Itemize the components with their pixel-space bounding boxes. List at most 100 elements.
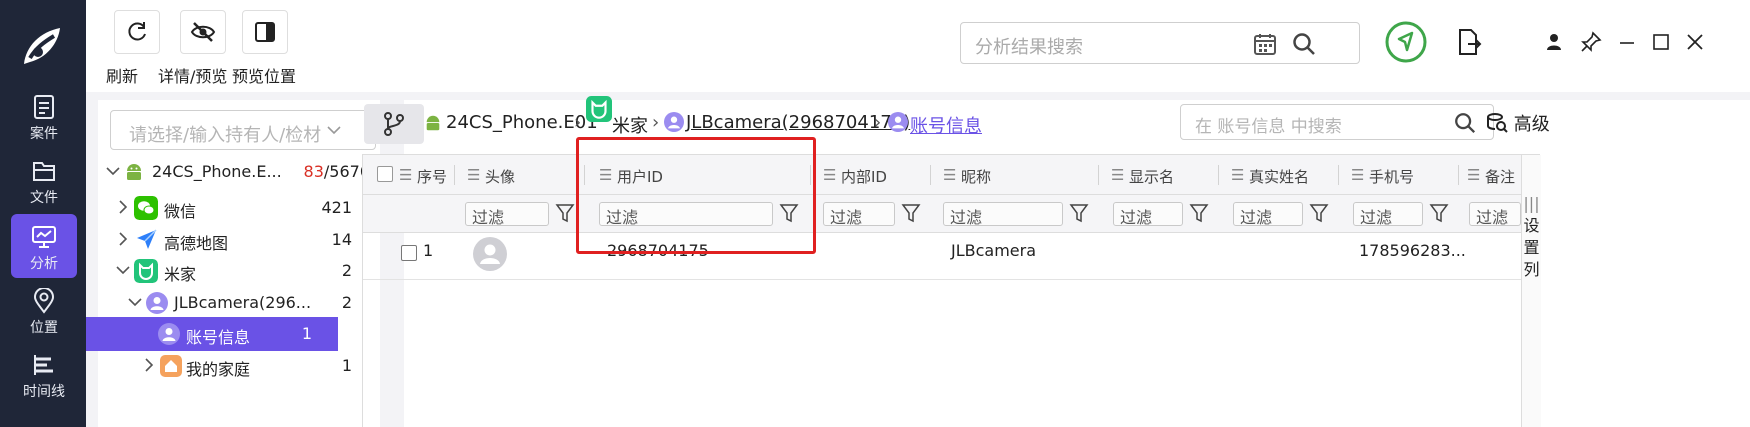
column-header-remark[interactable]: ☰ 备注 (1459, 155, 1521, 195)
tree-item-label: JLBcamera(296... (174, 293, 312, 312)
shield-status-icon[interactable] (1384, 20, 1428, 64)
refresh-label: 刷新 (106, 67, 139, 86)
tree-item-account-info[interactable]: 账号信息 1 (86, 317, 338, 351)
filter-placeholder: 过滤 (1476, 208, 1509, 227)
rail-label: 文件 (30, 190, 58, 206)
chevron-down-icon[interactable] (106, 164, 120, 178)
rail-item-timeline[interactable]: 时间线 (11, 342, 77, 406)
tree-item-count: 2 (341, 261, 352, 280)
analysis-search-input[interactable]: 分析结果搜索 (960, 22, 1360, 64)
filter-icon[interactable] (1189, 202, 1209, 224)
filter-icon[interactable] (555, 202, 575, 224)
chevron-down-icon[interactable] (128, 295, 142, 309)
tree-item-wechat[interactable]: 微信 421 (98, 191, 380, 225)
search-placeholder: 分析结果搜索 (975, 37, 1083, 58)
panel-right-icon (255, 22, 275, 42)
tree-item-count: 421 (321, 198, 352, 217)
drag-handle-icon: ☰ (399, 166, 413, 184)
holder-select-input[interactable]: 请选择/输入持有人/检材 (110, 110, 376, 150)
top-toolbar: 刷新 详情/预览 预览位置 分析结果搜索 (86, 0, 1750, 92)
chevron-right-icon[interactable] (142, 358, 156, 372)
filter-icon[interactable] (901, 202, 921, 224)
column-header-label: 头像 (485, 168, 516, 186)
chevron-right-icon[interactable] (116, 232, 130, 246)
select-all-checkbox[interactable] (377, 166, 393, 182)
tree-item-label: 高德地图 (164, 234, 229, 253)
close-icon[interactable] (1686, 33, 1704, 51)
left-rail: 案件 文件 分析 位置 时间线 (0, 0, 86, 427)
column-header-label: 真实姓名 (1249, 168, 1310, 186)
refresh-button[interactable] (114, 10, 160, 54)
breadcrumb-section[interactable]: 账号信息 (910, 112, 982, 138)
branch-view-button[interactable] (364, 104, 424, 144)
evidence-tree-panel: 请选择/输入持有人/检材 24CS_Phone.E... 83/5670 微信 … (86, 100, 380, 427)
tree-item-label: 账号信息 (186, 328, 251, 347)
details-preview-button[interactable] (180, 10, 226, 54)
column-header-phone[interactable]: ☰ 手机号 (1339, 155, 1459, 195)
advanced-search-button[interactable]: 高级 (1486, 110, 1550, 136)
preview-position-label: 预览位置 (232, 67, 297, 86)
data-grid: ☰ 序号 ☰ 头像 ☰ 用户ID ☰ 内部ID ☰ 昵称 ☰ 显示名 ☰ 真实姓… (362, 154, 1541, 427)
column-header-display-name[interactable]: ☰ 显示名 (1099, 155, 1219, 195)
tree-item-account[interactable]: JLBcamera(296... 2 (98, 286, 380, 320)
rail-item-analysis[interactable]: 分析 (11, 214, 77, 278)
user-avatar-icon (888, 112, 908, 132)
breadcrumb-app[interactable]: 米家 (612, 112, 648, 138)
chevron-right-icon[interactable] (116, 200, 130, 214)
drag-handle-icon: ☰ (467, 166, 481, 184)
tree-item-count: 2 (341, 293, 352, 312)
user-avatar-icon (158, 323, 180, 345)
preview-position-button[interactable] (242, 10, 288, 54)
filter-icon[interactable] (1429, 202, 1449, 224)
android-icon (426, 115, 440, 131)
count-highlight: 83 (303, 162, 324, 181)
filter-remark[interactable]: 过滤 (1469, 202, 1521, 227)
grid-header-row: ☰ 序号 ☰ 头像 ☰ 用户ID ☰ 内部ID ☰ 昵称 ☰ 显示名 ☰ 真实姓… (363, 155, 1521, 195)
column-header-index[interactable]: ☰ 序号 (363, 155, 455, 195)
monitor-icon (32, 226, 56, 248)
rail-item-location[interactable]: 位置 (11, 278, 77, 342)
pin-icon[interactable] (1580, 31, 1602, 53)
rail-item-cases[interactable]: 案件 (11, 84, 77, 148)
chevron-down-icon[interactable] (116, 263, 130, 277)
row-divider (363, 279, 1521, 280)
filter-phone[interactable]: 过滤 (1353, 202, 1423, 227)
tree-item-amap[interactable]: 高德地图 14 (98, 223, 380, 257)
column-header-label: 内部ID (841, 168, 887, 186)
column-header-label: 显示名 (1129, 168, 1175, 186)
filter-internal-id[interactable]: 过滤 (823, 202, 895, 227)
filter-icon[interactable] (1309, 202, 1329, 224)
column-header-label: 序号 (417, 168, 448, 186)
minimize-icon[interactable] (1618, 34, 1636, 52)
search-icon[interactable] (1291, 31, 1317, 57)
filter-avatar[interactable]: 过滤 (465, 202, 549, 227)
tree-item-mijia[interactable]: 米家 2 (98, 254, 380, 288)
column-header-nickname[interactable]: ☰ 昵称 (931, 155, 1099, 195)
rail-label: 时间线 (23, 384, 65, 400)
calendar-icon[interactable] (1253, 32, 1277, 56)
user-icon[interactable] (1544, 32, 1564, 52)
timeline-icon (34, 355, 53, 375)
rail-item-files[interactable]: 文件 (11, 148, 77, 212)
drag-handle-icon: ☰ (1231, 166, 1245, 184)
search-icon[interactable] (1453, 111, 1477, 135)
filter-placeholder: 过滤 (950, 208, 983, 227)
filter-nickname[interactable]: 过滤 (943, 202, 1063, 227)
column-settings-button[interactable]: ||| 设置列 (1521, 155, 1541, 427)
tree-item-my-home[interactable]: 我的家庭 1 (98, 349, 380, 383)
android-icon (127, 164, 141, 180)
filter-display-name[interactable]: 过滤 (1113, 202, 1183, 227)
filter-placeholder: 过滤 (1240, 208, 1273, 227)
tree-item-count: 1 (301, 324, 312, 343)
filter-icon[interactable] (1069, 202, 1089, 224)
tree-item-device[interactable]: 24CS_Phone.E... 83/5670 (98, 155, 380, 189)
column-header-real-name[interactable]: ☰ 真实姓名 (1219, 155, 1339, 195)
export-file-icon[interactable] (1456, 28, 1482, 56)
maximize-icon[interactable] (1652, 33, 1670, 51)
row-checkbox[interactable] (401, 245, 417, 261)
column-header-avatar[interactable]: ☰ 头像 (455, 155, 585, 195)
section-search-input[interactable]: 在 账号信息 中搜索 (1180, 104, 1494, 140)
column-header-internal-id[interactable]: ☰ 内部ID (811, 155, 931, 195)
filter-placeholder: 过滤 (1120, 208, 1153, 227)
filter-real-name[interactable]: 过滤 (1233, 202, 1303, 227)
